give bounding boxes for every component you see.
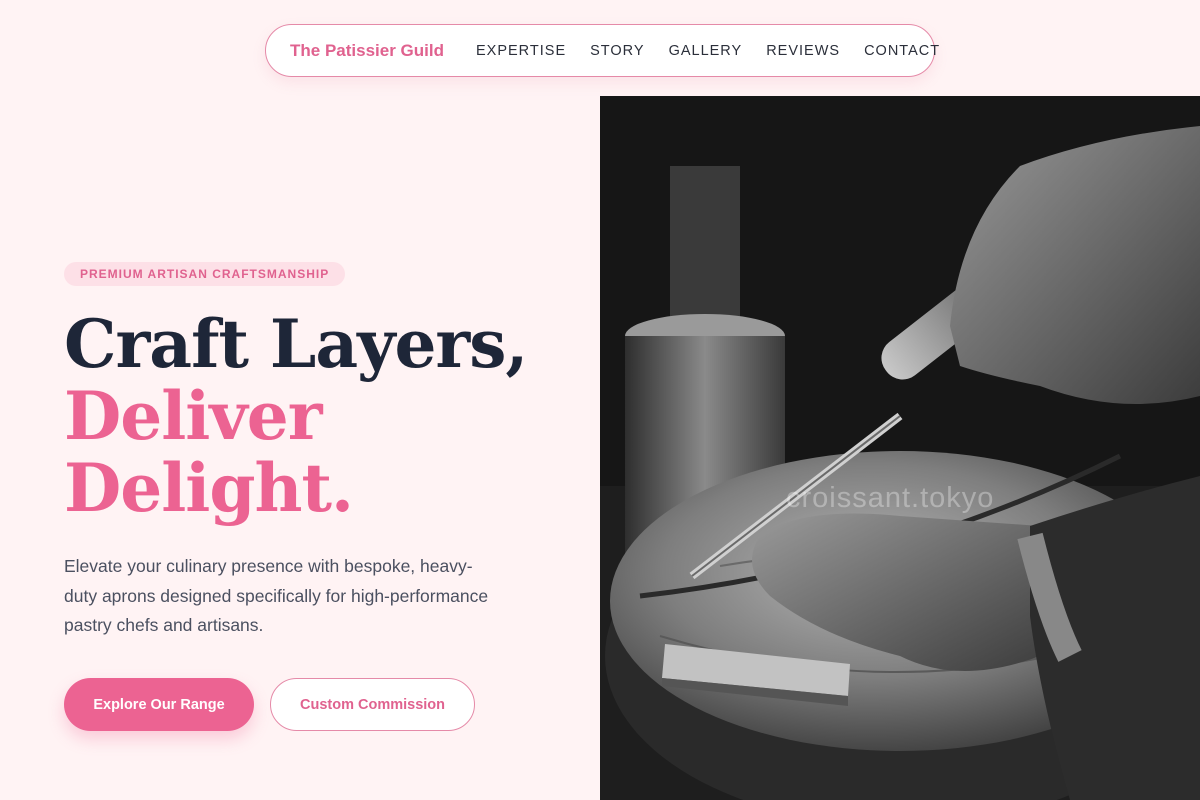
image-watermark: croissant.tokyo bbox=[786, 482, 995, 514]
hero-badge: PREMIUM ARTISAN CRAFTSMANSHIP bbox=[64, 262, 346, 286]
page: The Patissier Guild EXPERTISE STORY GALL… bbox=[0, 0, 1200, 800]
nav-link-story[interactable]: STORY bbox=[590, 43, 644, 59]
nav-link-expertise[interactable]: EXPERTISE bbox=[476, 43, 566, 59]
headline-line-3: Delight. bbox=[64, 449, 354, 527]
nav-links: EXPERTISE STORY GALLERY REVIEWS CONTACT bbox=[476, 43, 940, 59]
brand-logo[interactable]: The Patissier Guild bbox=[290, 41, 444, 61]
hero-photo: croissant.tokyo bbox=[600, 96, 1200, 800]
headline-line-2: Deliver bbox=[64, 377, 322, 455]
hero-headline: Craft Layers, Deliver Delight. bbox=[64, 305, 528, 527]
hero-description: Elevate your culinary presence with besp… bbox=[64, 556, 489, 635]
custom-commission-button[interactable]: Custom Commission bbox=[270, 678, 475, 731]
nav-link-reviews[interactable]: REVIEWS bbox=[766, 43, 840, 59]
craftsman-carving-illustration bbox=[600, 96, 1200, 800]
explore-range-button[interactable]: Explore Our Range bbox=[64, 678, 254, 731]
nav-link-contact[interactable]: CONTACT bbox=[864, 43, 940, 59]
top-navigation: The Patissier Guild EXPERTISE STORY GALL… bbox=[265, 24, 939, 77]
headline-line-1: Craft Layers, bbox=[64, 305, 528, 383]
nav-link-gallery[interactable]: GALLERY bbox=[669, 43, 743, 59]
